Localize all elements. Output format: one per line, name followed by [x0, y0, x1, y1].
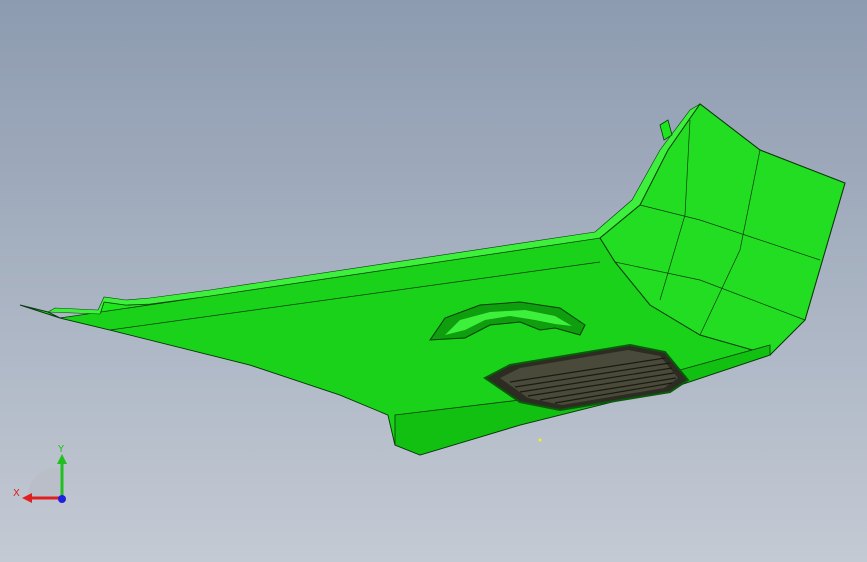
reference-point	[538, 438, 542, 442]
3d-viewport[interactable]: Y X	[0, 0, 867, 562]
y-axis-label: Y	[57, 444, 65, 455]
x-axis-label: X	[13, 488, 20, 499]
z-axis	[58, 495, 66, 503]
y-axis-arrow	[57, 454, 67, 464]
x-axis-arrow	[22, 493, 32, 503]
axis-triad: Y X	[13, 444, 67, 503]
triad-plane	[27, 467, 60, 498]
cad-model[interactable]	[0, 0, 867, 562]
